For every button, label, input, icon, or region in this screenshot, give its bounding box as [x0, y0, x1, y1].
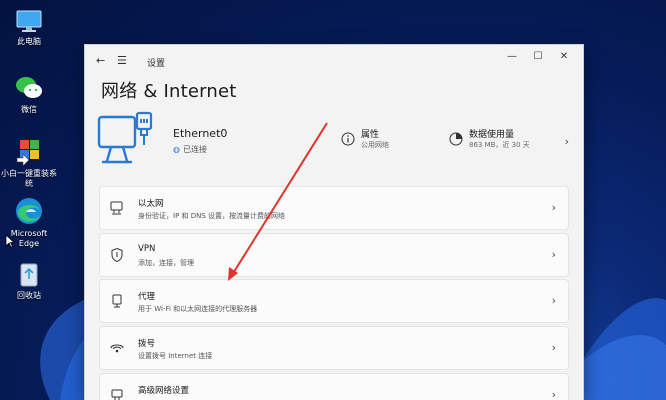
- advanced-network-icon: [111, 389, 123, 400]
- setting-row-title: 以太网: [138, 199, 164, 209]
- setting-row-subtitle: 身份验证，IP 和 DNS 设置，按流量计费的网络: [138, 212, 286, 220]
- info-icon: [341, 132, 355, 146]
- chevron-right-icon: ›: [551, 341, 556, 354]
- title-bar: ← ☰ 设置 — ☐ ✕: [85, 45, 583, 77]
- chevron-right-icon: ›: [551, 248, 556, 261]
- maximize-button[interactable]: ☐: [527, 51, 549, 65]
- dialup-icon: [110, 344, 124, 353]
- setting-row-dialup[interactable]: 拨号 设置拨号 Internet 连接 ›: [99, 326, 569, 370]
- computer-icon: [16, 10, 42, 32]
- setting-row-title: 代理: [138, 292, 156, 302]
- setting-row-advanced[interactable]: 高级网络设置 ›: [99, 373, 569, 400]
- data-usage-icon: [449, 132, 463, 146]
- properties-title: 属性: [361, 130, 380, 140]
- minimize-button[interactable]: —: [501, 51, 523, 65]
- data-usage-subtitle: 863 MB，近 30 天: [469, 141, 530, 149]
- page-title: 网络 & Internet: [101, 81, 237, 102]
- data-usage-link[interactable]: 数据使用量 863 MB，近 30 天: [449, 127, 559, 157]
- reinstall-tool-icon: [16, 140, 39, 166]
- chevron-right-icon: ›: [551, 201, 556, 214]
- setting-row-title: 高级网络设置: [138, 386, 190, 396]
- nav-menu-button[interactable]: ☰: [117, 54, 127, 67]
- setting-row-subtitle: 用于 Wi-Fi 和以太网连接的代理服务器: [138, 305, 258, 313]
- connection-status: ◍ 已连接: [173, 144, 207, 155]
- desktop-icon-label: 小白一键重装系统: [1, 169, 57, 188]
- recycle-bin-icon: [20, 263, 38, 287]
- ethernet-computer-icon: [97, 111, 153, 164]
- properties-subtitle: 公用网络: [361, 141, 389, 149]
- edge-icon: [16, 198, 42, 224]
- desktop-icon-label: 微信: [21, 105, 37, 114]
- setting-row-vpn[interactable]: VPN 添加，连接，管理 ›: [99, 233, 569, 277]
- adapter-name: Ethernet0: [173, 127, 228, 140]
- mouse-cursor-icon: [5, 234, 15, 248]
- chevron-right-icon[interactable]: ›: [565, 135, 569, 148]
- desktop-icon-recycle-bin[interactable]: 回收站: [0, 260, 58, 301]
- connection-status-text: 已连接: [182, 145, 207, 154]
- setting-row-ethernet[interactable]: 以太网 身份验证，IP 和 DNS 设置，按流量计费的网络 ›: [99, 186, 569, 230]
- desktop-icon-reinstall-tool[interactable]: 小白一键重装系统: [0, 136, 58, 189]
- setting-row-subtitle: 设置拨号 Internet 连接: [138, 352, 213, 360]
- globe-icon: ◍: [173, 145, 180, 154]
- network-status-header: Ethernet0 ◍ 已连接 属性 公用网络 数据使用量 863 MB，近 30…: [97, 107, 573, 179]
- desktop-icon-label: 此电脑: [17, 37, 41, 46]
- back-button[interactable]: ←: [96, 54, 105, 67]
- setting-row-proxy[interactable]: 代理 用于 Wi-Fi 和以太网连接的代理服务器 ›: [99, 279, 569, 323]
- chevron-right-icon: ›: [551, 294, 556, 307]
- close-button[interactable]: ✕: [553, 51, 575, 65]
- proxy-icon: [112, 294, 122, 308]
- setting-row-subtitle: 添加，连接，管理: [138, 259, 194, 267]
- vpn-shield-icon: [111, 247, 123, 263]
- chevron-right-icon: ›: [551, 388, 556, 400]
- desktop-icon-wechat[interactable]: 微信: [0, 74, 58, 115]
- setting-row-title: 拨号: [138, 339, 156, 349]
- properties-link[interactable]: 属性 公用网络: [341, 127, 421, 157]
- ethernet-icon: [110, 201, 123, 215]
- data-usage-title: 数据使用量: [469, 130, 515, 140]
- window-title: 设置: [147, 59, 166, 69]
- settings-window: ← ☰ 设置 — ☐ ✕ 网络 & Internet Ethernet0 ◍ 已连…: [84, 44, 584, 400]
- desktop-icon-this-pc[interactable]: 此电脑: [0, 10, 58, 47]
- desktop-icon-label: 回收站: [17, 291, 41, 300]
- wechat-icon: [16, 77, 42, 98]
- setting-row-title: VPN: [138, 244, 156, 254]
